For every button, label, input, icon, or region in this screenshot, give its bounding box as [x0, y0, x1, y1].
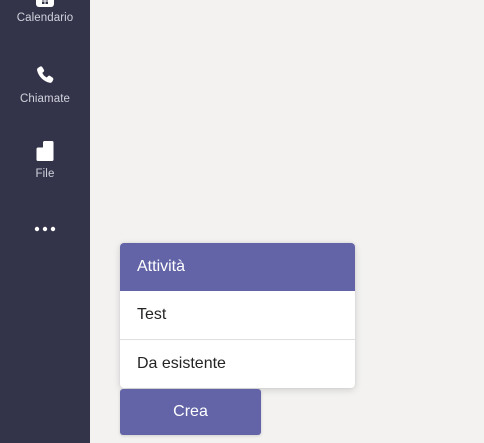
rail-item-calendar[interactable]: Calendario	[0, 0, 90, 24]
menu-item-label: Da esistente	[137, 355, 226, 372]
create-button[interactable]: Crea	[120, 389, 261, 435]
menu-item-label: Test	[137, 306, 167, 323]
rail-item-calls[interactable]: Chiamate	[0, 65, 90, 105]
app-window: Calendario Chiamate File Attività Test D…	[0, 0, 484, 443]
phone-icon	[37, 66, 54, 83]
rail-item-label: Calendario	[16, 12, 74, 24]
more-icon	[34, 226, 56, 232]
menu-header-activity[interactable]: Attività	[120, 243, 355, 291]
menu-header-label: Attività	[137, 258, 186, 275]
rail-item-more-apps[interactable]	[0, 224, 90, 240]
create-menu: Attività Test Da esistente	[120, 243, 355, 388]
left-app-rail: Calendario Chiamate File	[0, 0, 90, 443]
file-icon	[36, 141, 54, 161]
rail-item-label: Chiamate	[19, 93, 71, 105]
rail-item-files[interactable]: File	[0, 140, 90, 180]
menu-item-test[interactable]: Test	[120, 291, 355, 340]
rail-item-label: File	[35, 168, 55, 180]
menu-item-from-existing[interactable]: Da esistente	[120, 340, 355, 388]
calendar-icon	[36, 0, 54, 7]
create-button-label: Crea	[173, 403, 208, 420]
